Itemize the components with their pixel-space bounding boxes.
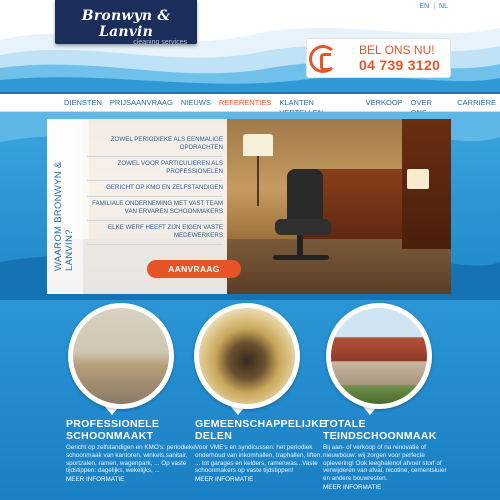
why-us-item: GERICHT OP KMO EN ZELFSTANDIGEN	[87, 181, 223, 197]
service-text: Gericht op zelfstandigen en KMO's: perio…	[66, 444, 196, 475]
lang-nl-link[interactable]: NL	[439, 3, 448, 10]
lang-en-link[interactable]: EN	[419, 3, 429, 10]
service-final-cleaning: TOTALE TEINDSCHOONMAAK Bij aan- of verko…	[323, 418, 453, 491]
call-box[interactable]: BEL ONS NU! 04 739 3120	[306, 38, 451, 78]
brand-logo[interactable]: Bronwyn & Lanvin cleaning services	[55, 0, 197, 46]
services-section: PROFESSIONELE SCHOONMAAKT Gericht op zel…	[0, 300, 500, 500]
why-us-side: WAAROM BRONWYN & LANVIN?	[47, 119, 83, 294]
service-title: TOTALE TEINDSCHOONMAAK	[323, 418, 437, 442]
service-common-areas: GEMEENSCHAPPELIJKE DELEN Voor VME's en s…	[195, 418, 327, 483]
phone-icon	[309, 45, 337, 73]
why-us-panel: WAAROM BRONWYN & LANVIN? ZOWEL PERIODIEK…	[47, 119, 241, 294]
call-number[interactable]: 04 739 3120	[359, 57, 440, 73]
more-info-link[interactable]: MEER INFORMATIE	[195, 476, 325, 483]
brand-name: Bronwyn & Lanvin	[81, 8, 171, 40]
hero-section: WAAROM BRONWYN & LANVIN? ZOWEL PERIODIEK…	[0, 112, 500, 300]
service-title: PROFESSIONELE SCHOONMAAKT	[66, 418, 160, 442]
more-info-link[interactable]: MEER INFORMATIE	[323, 484, 453, 491]
service-image-professional[interactable]	[68, 303, 178, 415]
header: Bronwyn & Lanvin cleaning services EN | NL…	[0, 0, 500, 92]
more-info-link[interactable]: MEER INFORMATIE	[66, 476, 196, 483]
why-us-item: ELKE WERF HEEFT ZIJN EIGEN VASTE MEDEWER…	[87, 221, 223, 245]
why-us-item: FAMILIALE ONDERNEMING MET VAST TEAM VAN …	[87, 197, 223, 221]
service-image-common-areas[interactable]	[194, 303, 304, 415]
service-text: Voor VME's en syndicussen: het periodiek…	[195, 444, 323, 475]
service-text: Bij aan- of verkoop of na renovatie of n…	[323, 444, 447, 483]
why-us-title: WAAROM BRONWYN & LANVIN?	[53, 161, 75, 271]
main-nav: DIENSTEN PRIJSAANVRAAG NIEUWS REFERENTIE…	[0, 92, 500, 117]
service-title: GEMEENSCHAPPELIJKE DELEN	[195, 418, 327, 442]
call-title: BEL ONS NU!	[359, 43, 435, 57]
why-us-list: ZOWEL PERIODIEKE ALS EENMALIGE OPDRACHTE…	[87, 133, 223, 245]
why-us-item: ZOWEL PERIODIEKE ALS EENMALIGE OPDRACHTE…	[87, 133, 223, 157]
aanvraag-button[interactable]: AANVRAAG	[147, 260, 241, 278]
why-us-item: ZOWEL VOOR PARTICULIEREN ALS PROFESSIONE…	[87, 157, 223, 181]
service-image-final-cleaning[interactable]	[326, 303, 436, 415]
brand-tagline: cleaning services	[133, 39, 187, 46]
language-switcher: EN | NL	[419, 3, 448, 10]
service-professional: PROFESSIONELE SCHOONMAAKT Gericht op zel…	[66, 418, 196, 483]
